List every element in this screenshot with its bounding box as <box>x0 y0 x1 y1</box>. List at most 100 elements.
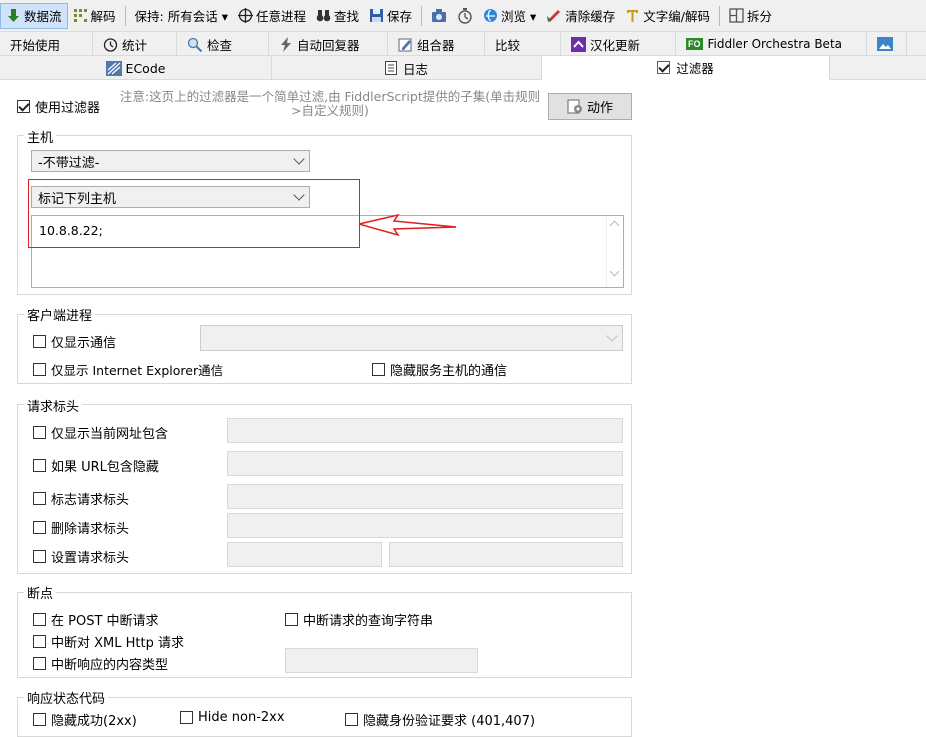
tab-localization-update[interactable]: 汉化更新 <box>561 32 676 55</box>
checkbox-box[interactable] <box>33 492 46 505</box>
flag-header-input[interactable] <box>227 484 623 509</box>
checkbox-box[interactable] <box>285 613 298 626</box>
tab-ecode[interactable]: ECode <box>0 56 272 80</box>
tab-fiddler-orchestra[interactable]: FO Fiddler Orchestra Beta <box>676 32 867 55</box>
checkbox-box[interactable] <box>33 657 46 670</box>
actions-icon <box>567 99 582 114</box>
main-toolbar: 数据流 解码 保持: 所有会话 ▾ 任意进程 查找 保存 浏览 ▾ 清除缓存 文… <box>0 0 926 32</box>
text-encode-button[interactable]: 文字编/解码 <box>620 3 715 29</box>
stream-arrow-icon <box>8 9 19 22</box>
decode-icon <box>73 9 87 22</box>
host-group-legend: 主机 <box>24 127 57 146</box>
checkbox-icon <box>657 61 671 74</box>
delete-header-input[interactable] <box>227 513 623 538</box>
crosshair-icon <box>237 8 253 23</box>
tab-strip-secondary: ECode 日志 过滤器 <box>0 56 926 80</box>
checkbox-box[interactable] <box>33 335 46 348</box>
decode-button[interactable]: 解码 <box>68 3 121 29</box>
camera-icon <box>432 9 447 22</box>
hide-url-input[interactable] <box>227 451 623 476</box>
browser-icon <box>484 9 498 22</box>
hide-url-contains-checkbox[interactable]: 如果 URL包含隐藏 <box>33 456 159 475</box>
annotation-arrow <box>358 213 457 237</box>
checkbox-box[interactable] <box>33 521 46 534</box>
clear-cache-button[interactable]: 清除缓存 <box>541 3 620 29</box>
log-icon <box>384 61 397 75</box>
composer-icon <box>398 38 412 51</box>
tab-inspectors[interactable]: 检查 <box>177 32 269 55</box>
annotation-highlight-box <box>28 179 360 248</box>
only-show-traffic-checkbox[interactable]: 仅显示通信 <box>33 332 116 351</box>
scroll-down-icon[interactable] <box>609 266 620 277</box>
process-select[interactable] <box>200 325 623 351</box>
update-icon <box>571 36 586 52</box>
find-button[interactable]: 查找 <box>311 3 364 29</box>
filters-hint-text: 注意:这页上的过滤器是一个简单过滤,由 FiddlerScript提供的子集(单… <box>119 89 541 118</box>
image-icon <box>877 37 893 51</box>
hide-auth-required-checkbox[interactable]: 隐藏身份验证要求 (401,407) <box>345 710 535 729</box>
checkbox-box[interactable] <box>33 426 46 439</box>
checkbox-box[interactable] <box>33 363 46 376</box>
checkbox-box[interactable] <box>180 711 193 724</box>
actions-button[interactable]: 动作 <box>548 93 632 120</box>
hide-success-checkbox[interactable]: 隐藏成功(2xx) <box>33 710 137 729</box>
ecode-icon <box>105 60 122 76</box>
stopwatch-icon <box>103 37 118 52</box>
tab-log[interactable]: 日志 <box>272 56 542 80</box>
checkbox-box[interactable] <box>33 635 46 648</box>
zone-filter-select[interactable]: -不带过滤- <box>31 150 310 172</box>
tab-strip-primary: 开始使用 统计 检查 自动回复器 组合器 比较 汉化更新 FO Fiddler … <box>0 32 926 56</box>
tab-autoresponder[interactable]: 自动回复器 <box>269 32 388 55</box>
checkbox-box[interactable] <box>33 550 46 563</box>
chevron-down-icon <box>293 153 305 165</box>
break-on-xml-checkbox[interactable]: 中断对 XML Http 请求 <box>33 632 184 651</box>
checkbox-box[interactable] <box>372 363 385 376</box>
request-headers-legend: 请求标头 <box>24 396 83 415</box>
flag-request-header-checkbox[interactable]: 标志请求标头 <box>33 489 129 508</box>
toolbar-separator <box>421 5 423 26</box>
split-icon <box>729 8 744 23</box>
timer-button[interactable] <box>452 3 478 29</box>
break-on-content-type-checkbox[interactable]: 中断响应的内容类型 <box>33 654 168 673</box>
clear-cache-icon <box>547 10 561 22</box>
hide-service-host-checkbox[interactable]: 隐藏服务主机的通信 <box>372 360 507 379</box>
toolbar-separator <box>124 5 126 26</box>
set-header-value-input[interactable] <box>389 542 623 567</box>
client-process-legend: 客户端进程 <box>24 305 96 324</box>
show-url-contains-checkbox[interactable]: 仅显示当前网址包含 <box>33 423 168 442</box>
save-button[interactable]: 保存 <box>364 3 417 29</box>
set-header-name-input[interactable] <box>227 542 382 567</box>
hosts-scrollbar[interactable] <box>606 216 623 287</box>
tab-filters[interactable]: 过滤器 <box>542 56 830 80</box>
tab-get-started[interactable]: 开始使用 <box>0 32 93 55</box>
break-on-post-checkbox[interactable]: 在 POST 中断请求 <box>33 610 159 629</box>
checkbox-box[interactable] <box>33 613 46 626</box>
hide-non-2xx-checkbox[interactable]: Hide non-2xx <box>180 710 285 725</box>
checkbox-box[interactable] <box>33 459 46 472</box>
delete-request-header-checkbox[interactable]: 删除请求标头 <box>33 518 129 537</box>
tab-compare[interactable]: 比较 <box>485 32 561 55</box>
checkbox-box[interactable] <box>345 713 358 726</box>
toolbar-separator <box>719 5 720 26</box>
tab-image[interactable] <box>867 32 907 55</box>
scroll-up-icon[interactable] <box>609 220 620 231</box>
stream-button[interactable]: 数据流 <box>0 2 68 29</box>
content-type-input[interactable] <box>285 648 478 673</box>
chevron-down-icon <box>606 330 618 342</box>
any-process-button[interactable]: 任意进程 <box>233 3 311 29</box>
checkbox-box[interactable] <box>33 713 46 726</box>
browse-dropdown[interactable]: 浏览 ▾ <box>478 3 541 29</box>
checkbox-box[interactable] <box>17 100 30 113</box>
use-filters-checkbox[interactable]: 使用过滤器 <box>17 97 100 116</box>
tab-composer[interactable]: 组合器 <box>388 32 485 55</box>
only-ie-traffic-checkbox[interactable]: 仅显示 Internet Explorer通信 <box>33 360 223 379</box>
lightning-icon <box>281 36 291 52</box>
split-button[interactable]: 拆分 <box>724 3 777 29</box>
keep-sessions-dropdown[interactable]: 保持: 所有会话 ▾ <box>130 3 233 29</box>
set-request-header-checkbox[interactable]: 设置请求标头 <box>33 547 129 566</box>
fo-icon: FO <box>686 38 703 50</box>
screenshot-button[interactable] <box>426 3 452 29</box>
url-contains-input[interactable] <box>227 418 623 443</box>
tab-statistics[interactable]: 统计 <box>93 32 177 55</box>
break-on-query-checkbox[interactable]: 中断请求的查询字符串 <box>285 610 433 629</box>
